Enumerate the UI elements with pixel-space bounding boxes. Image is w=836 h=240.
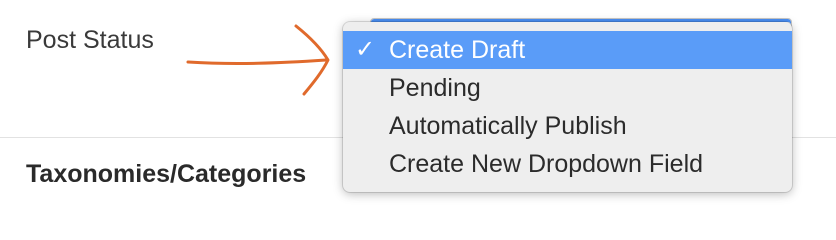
- option-automatically-publish[interactable]: Automatically Publish: [343, 107, 792, 145]
- option-label: Automatically Publish: [389, 112, 627, 140]
- annotation-arrow-icon: [186, 24, 330, 96]
- post-status-label: Post Status: [26, 26, 154, 54]
- option-label: Create Draft: [389, 36, 526, 64]
- option-label: Create New Dropdown Field: [389, 150, 704, 178]
- checkmark-icon: ✓: [355, 36, 376, 63]
- taxonomies-heading: Taxonomies/Categories: [26, 160, 307, 188]
- post-status-dropdown-menu: ✓ Create Draft Pending Automatically Pub…: [343, 22, 792, 192]
- option-create-draft[interactable]: ✓ Create Draft: [343, 31, 792, 69]
- option-label: Pending: [389, 74, 481, 102]
- option-create-new-dropdown-field[interactable]: Create New Dropdown Field: [343, 145, 792, 183]
- option-pending[interactable]: Pending: [343, 69, 792, 107]
